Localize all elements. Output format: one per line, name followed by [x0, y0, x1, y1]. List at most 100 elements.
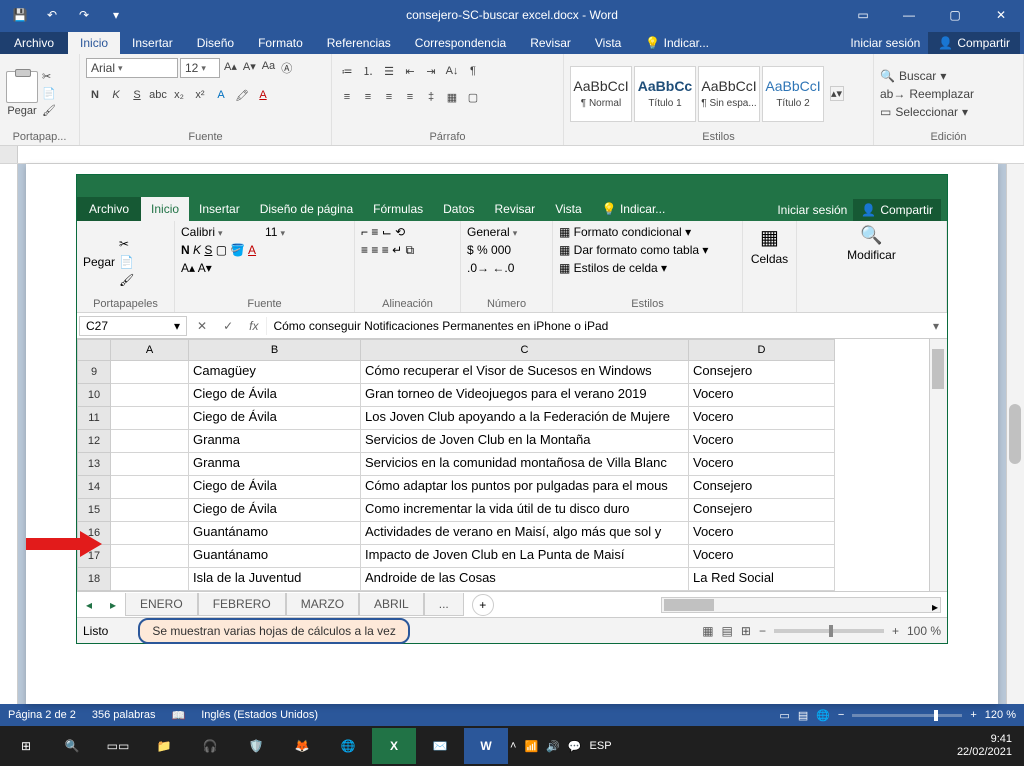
cell[interactable]: Servicios de Joven Club en la Montaña: [361, 430, 689, 453]
cell[interactable]: Los Joven Club apoyando a la Federación …: [361, 407, 689, 430]
ex-tab-insert[interactable]: Insertar: [189, 197, 250, 221]
ex-mid-align-icon[interactable]: ≡: [371, 225, 378, 239]
cell[interactable]: Androide de las Cosas: [361, 568, 689, 591]
ex-merge-icon[interactable]: ⧉: [405, 243, 414, 257]
col-header-a[interactable]: A: [111, 339, 189, 361]
cell[interactable]: Consejero: [689, 499, 835, 522]
font-color-icon[interactable]: A: [254, 86, 272, 104]
cell[interactable]: Ciego de Ávila: [189, 499, 361, 522]
sheet-tab-enero[interactable]: ENERO: [125, 593, 198, 616]
sheet-tab-febrero[interactable]: FEBRERO: [198, 593, 286, 616]
ex-paste-button[interactable]: Pegar: [83, 255, 115, 269]
table-row[interactable]: Ciego de ÁvilaLos Joven Club apoyando a …: [111, 407, 929, 430]
borders-icon[interactable]: ▢: [464, 88, 482, 106]
ex-tab-file[interactable]: Archivo: [77, 197, 141, 221]
maximize-icon[interactable]: ▢: [932, 0, 978, 30]
vertical-ruler[interactable]: [0, 164, 18, 704]
shading-icon[interactable]: ▦: [443, 88, 461, 106]
view-pagelayout-icon[interactable]: ▤: [722, 624, 733, 638]
ex-cells-icon[interactable]: ▦: [760, 225, 779, 250]
ex-tell-me[interactable]: 💡 Indicar...: [592, 197, 676, 221]
cell[interactable]: [111, 407, 189, 430]
print-layout-icon[interactable]: ▤: [798, 709, 808, 722]
ex-font-family[interactable]: Calibri: [181, 225, 263, 239]
row-header[interactable]: 13: [77, 453, 111, 476]
ex-italic-icon[interactable]: K: [193, 243, 201, 257]
row-header[interactable]: 14: [77, 476, 111, 499]
excel-grid[interactable]: 9101112131415161718 A B C D CamagüeyCómo…: [77, 339, 947, 591]
paste-button[interactable]: Pegar: [6, 71, 38, 117]
select-all-corner[interactable]: [77, 339, 111, 361]
cell[interactable]: Vocero: [689, 453, 835, 476]
read-mode-icon[interactable]: ▭: [779, 709, 789, 722]
enter-icon[interactable]: ✓: [215, 319, 241, 333]
ex-tab-view[interactable]: Vista: [545, 197, 591, 221]
zoom-slider[interactable]: [774, 629, 884, 633]
language-indicator[interactable]: ESP: [590, 740, 612, 752]
row-header[interactable]: 10: [77, 384, 111, 407]
style-normal[interactable]: AaBbCcI¶ Normal: [570, 66, 632, 122]
cell[interactable]: Cómo recuperar el Visor de Sucesos en Wi…: [361, 361, 689, 384]
multilevel-icon[interactable]: ☰: [380, 62, 398, 80]
cell[interactable]: Servicios en la comunidad montañosa de V…: [361, 453, 689, 476]
col-header-c[interactable]: C: [361, 339, 689, 361]
cell[interactable]: Isla de la Juventud: [189, 568, 361, 591]
text-effects-icon[interactable]: A: [212, 86, 230, 104]
cell[interactable]: Vocero: [689, 522, 835, 545]
undo-icon[interactable]: ↶: [40, 3, 64, 27]
tab-mailings[interactable]: Correspondencia: [403, 32, 518, 54]
cell[interactable]: Vocero: [689, 384, 835, 407]
ex-right-icon[interactable]: ≡: [382, 243, 389, 257]
ex-cut-icon[interactable]: ✂: [119, 237, 134, 251]
ex-shrink-icon[interactable]: A▾: [198, 261, 212, 275]
language[interactable]: Inglés (Estados Unidos): [201, 709, 318, 721]
ex-left-icon[interactable]: ≡: [361, 243, 368, 257]
cell[interactable]: Granma: [189, 453, 361, 476]
cell[interactable]: Ciego de Ávila: [189, 407, 361, 430]
ex-underline-icon[interactable]: S: [204, 243, 212, 257]
horizontal-ruler[interactable]: [0, 146, 1024, 164]
table-row[interactable]: GuantánamoImpacto de Joven Club en La Pu…: [111, 545, 929, 568]
save-icon[interactable]: 💾: [8, 3, 32, 27]
subscript-icon[interactable]: x₂: [170, 86, 188, 104]
table-row[interactable]: GranmaServicios en la comunidad montaños…: [111, 453, 929, 476]
ex-modify-icon[interactable]: 🔍: [860, 225, 882, 246]
col-header-b[interactable]: B: [189, 339, 361, 361]
thunderbird-icon[interactable]: ✉️: [418, 728, 462, 764]
zoom-in-icon[interactable]: +: [892, 624, 899, 638]
zoom-out-icon[interactable]: −: [759, 624, 766, 638]
cell[interactable]: Vocero: [689, 545, 835, 568]
sheet-tab-more[interactable]: ...: [424, 593, 464, 616]
cell[interactable]: [111, 499, 189, 522]
tray-volume-icon[interactable]: 🔊: [546, 740, 560, 753]
word-zoom-in[interactable]: +: [970, 709, 976, 721]
ex-center-icon[interactable]: ≡: [371, 243, 378, 257]
ex-painter-icon[interactable]: 🖌: [119, 273, 134, 287]
cell[interactable]: [111, 361, 189, 384]
tell-me[interactable]: 💡 Indicar...: [633, 32, 721, 54]
system-clock[interactable]: 9:41 22/02/2021: [957, 733, 1020, 759]
superscript-icon[interactable]: x²: [191, 86, 209, 104]
table-row[interactable]: GranmaServicios de Joven Club en la Mont…: [111, 430, 929, 453]
start-button[interactable]: ⊞: [4, 728, 48, 764]
table-row[interactable]: Ciego de ÁvilaGran torneo de Videojuegos…: [111, 384, 929, 407]
show-marks-icon[interactable]: ¶: [464, 62, 482, 80]
cell[interactable]: Como incrementar la vida útil de tu disc…: [361, 499, 689, 522]
cell[interactable]: Cómo adaptar los puntos por pulgadas par…: [361, 476, 689, 499]
styles-more-icon[interactable]: ▴▾: [830, 86, 844, 101]
ex-font-size[interactable]: 11: [265, 225, 301, 239]
font-family-select[interactable]: Arial: [86, 58, 178, 78]
col-header-d[interactable]: D: [689, 339, 835, 361]
cell[interactable]: [111, 476, 189, 499]
formula-input[interactable]: Cómo conseguir Notificaciones Permanente…: [266, 317, 925, 335]
cell[interactable]: Vocero: [689, 430, 835, 453]
ex-cell-styles[interactable]: ▦ Estilos de celda ▾: [559, 261, 736, 275]
expand-formula-icon[interactable]: ▾: [925, 319, 947, 333]
new-sheet-button[interactable]: +: [472, 594, 494, 616]
table-row[interactable]: Ciego de ÁvilaComo incrementar la vida ú…: [111, 499, 929, 522]
tab-references[interactable]: Referencias: [315, 32, 403, 54]
ex-dec-dec-icon[interactable]: ←.0: [492, 261, 514, 275]
word-count[interactable]: 356 palabras: [92, 709, 156, 721]
row-header[interactable]: 15: [77, 499, 111, 522]
ex-share-button[interactable]: 👤 Compartir: [853, 199, 941, 221]
